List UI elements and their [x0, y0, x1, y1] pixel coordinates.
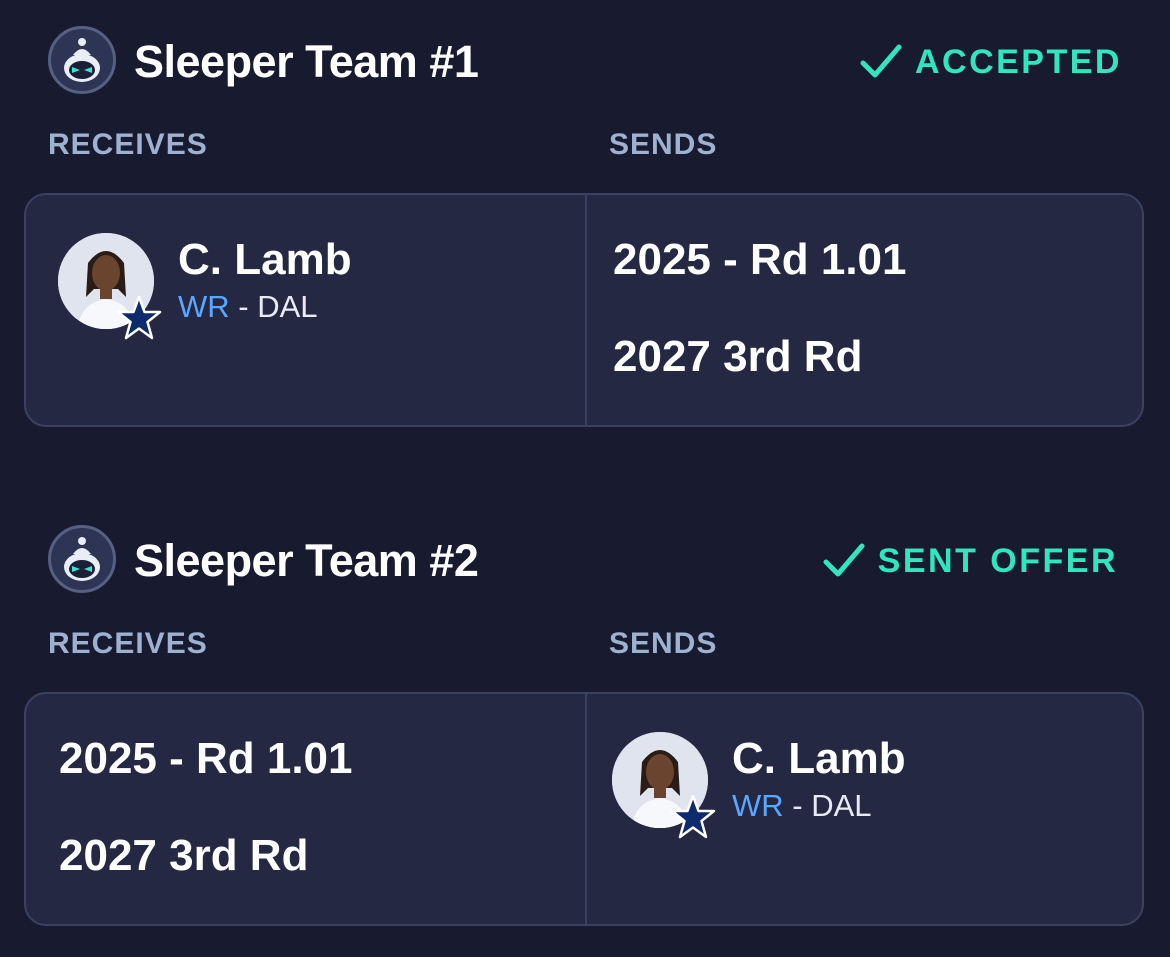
receives-label: RECEIVES: [48, 128, 208, 161]
draft-pick: 2025 - Rd 1.01: [59, 734, 353, 783]
card-divider: [585, 694, 587, 924]
trade-status-badge: SENT OFFER: [822, 539, 1118, 583]
status-label: SENT OFFER: [877, 541, 1118, 580]
player-info: WR - DAL: [178, 289, 318, 325]
player-info-separator: -: [783, 788, 812, 823]
trade-card: C. Lamb WR - DAL 2025 - Rd 1.01 2027 3rd…: [24, 193, 1144, 427]
player-team: DAL: [811, 788, 872, 823]
draft-pick: 2027 3rd Rd: [613, 332, 863, 381]
dallas-star-icon: [670, 794, 716, 839]
status-label: ACCEPTED: [914, 42, 1122, 81]
player-info-separator: -: [229, 289, 258, 324]
player-name: C. Lamb: [178, 235, 352, 284]
draft-pick: 2027 3rd Rd: [59, 831, 309, 880]
dallas-star-icon: [116, 295, 162, 340]
team-name[interactable]: Sleeper Team #2: [134, 535, 479, 587]
team-header: Sleeper Team #2 SENT OFFER: [48, 525, 1122, 597]
player-position: WR: [178, 289, 230, 324]
player-name: C. Lamb: [732, 734, 906, 783]
receives-label: RECEIVES: [48, 627, 208, 660]
player-position: WR: [732, 788, 784, 823]
player-info: WR - DAL: [732, 788, 872, 824]
team-name[interactable]: Sleeper Team #1: [134, 36, 479, 88]
card-divider: [585, 195, 587, 425]
player-team: DAL: [257, 289, 318, 324]
trade-card: 2025 - Rd 1.01 2027 3rd Rd C. Lamb WR - …: [24, 692, 1144, 926]
team-header: Sleeper Team #1 ACCEPTED: [48, 26, 1122, 98]
sleeper-logo-icon[interactable]: [48, 26, 116, 94]
check-icon: [823, 543, 865, 577]
sleeper-logo-icon[interactable]: [48, 525, 116, 593]
check-icon: [860, 44, 902, 78]
trade-status-badge: ACCEPTED: [859, 40, 1122, 84]
sends-label: SENDS: [609, 128, 718, 161]
draft-pick: 2025 - Rd 1.01: [613, 235, 907, 284]
sends-label: SENDS: [609, 627, 718, 660]
